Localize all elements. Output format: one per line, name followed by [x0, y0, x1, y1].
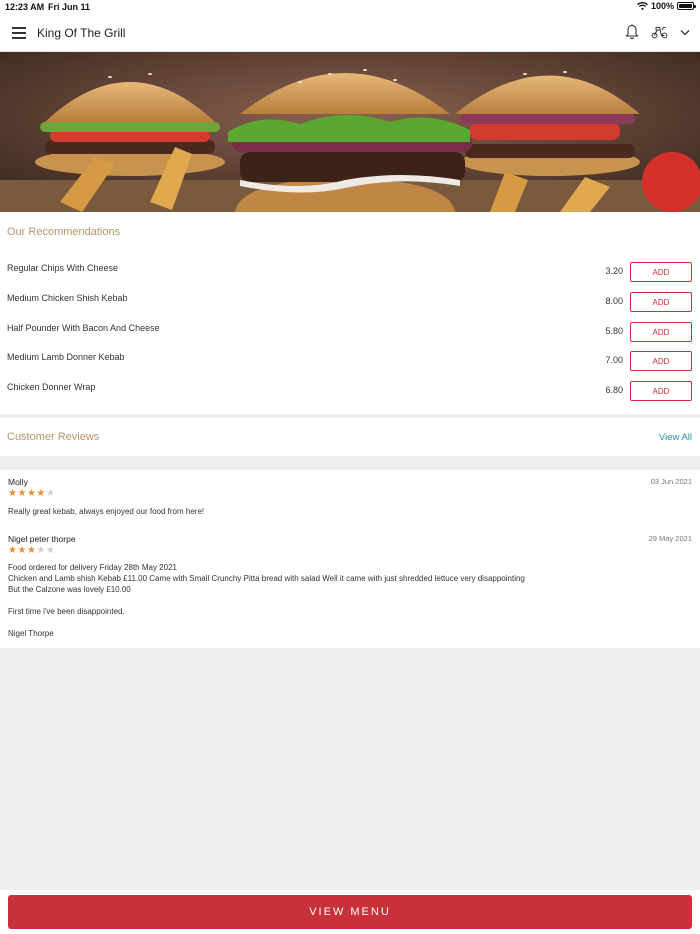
review-author: Molly [8, 477, 28, 487]
hamburger-menu-icon[interactable] [12, 27, 26, 39]
review-line: Food ordered for delivery Friday 28th Ma… [8, 563, 177, 572]
item-name: Chicken Donner Wrap [7, 382, 96, 392]
view-all-reviews-link[interactable]: View All [659, 432, 692, 443]
review-date: 03 Jun 2021 [650, 477, 692, 486]
review-text: Food ordered for delivery Friday 28th Ma… [8, 562, 525, 639]
item-name: Regular Chips With Cheese [7, 263, 119, 273]
status-time: 12:23 AM [5, 2, 45, 12]
bottom-action-bar: VIEW MENU [0, 890, 700, 934]
item-name: Medium Lamb Donner Kebab [7, 352, 125, 362]
delivery-scooter-icon[interactable] [651, 26, 668, 39]
add-button[interactable]: ADD [630, 262, 692, 282]
recommendation-row: Medium Chicken Shish Kebab 8.00 ADD [0, 292, 700, 316]
status-date: Fri Jun 11 [48, 2, 91, 12]
add-button[interactable]: ADD [630, 322, 692, 342]
review-line: Nigel Thorpe [8, 629, 54, 638]
recommendation-row: Half Pounder With Bacon And Cheese 5.80 … [0, 322, 700, 346]
reviews-list: Molly 03 Jun 2021 ★★★★★ Really great keb… [0, 470, 700, 648]
review-line: But the Calzone was lovely £10.00 [8, 585, 131, 594]
star-icon: ★ [17, 488, 27, 499]
review-text: Really great kebab, always enjoyed our f… [8, 506, 204, 517]
item-name: Medium Chicken Shish Kebab [7, 293, 128, 303]
star-empty-icon: ★ [45, 545, 56, 556]
wifi-icon [637, 2, 648, 10]
nav-actions [625, 24, 690, 40]
burger-photo [0, 52, 700, 212]
item-price: 6.80 [605, 385, 623, 395]
battery-icon [677, 2, 696, 10]
item-price: 8.00 [605, 296, 623, 306]
recommendations-title: Our Recommendations [7, 226, 121, 238]
hero-banner-image [0, 52, 700, 212]
review-blank-line [8, 595, 525, 606]
star-rating: ★★★★★ [8, 489, 55, 499]
reviews-title: Customer Reviews [7, 431, 100, 443]
item-price: 7.00 [605, 355, 623, 365]
review-line: First time i've been disappointed. [8, 607, 125, 616]
item-price: 3.20 [605, 266, 623, 276]
add-button[interactable]: ADD [630, 292, 692, 312]
view-menu-button[interactable]: VIEW MENU [8, 895, 692, 929]
status-bar: 12:23 AM Fri Jun 11 100% [0, 0, 700, 14]
item-name: Half Pounder With Bacon And Cheese [7, 323, 160, 333]
top-nav-bar: King Of The Grill [0, 14, 700, 52]
recommendation-row: Regular Chips With Cheese 3.20 ADD [0, 262, 700, 286]
battery-percent: 100% [650, 1, 674, 11]
review-author: Nigel peter thorpe [8, 534, 76, 544]
review-date: 29 May 2021 [648, 534, 692, 543]
star-icon: ★ [36, 488, 46, 499]
star-icon: ★ [26, 545, 37, 556]
status-right: 100% [637, 1, 696, 11]
star-empty-icon: ★ [36, 545, 46, 556]
review-line: Chicken and Lamb shish Kebab £11.00 Came… [8, 574, 525, 583]
recommendation-row: Chicken Donner Wrap 6.80 ADD [0, 381, 700, 405]
recommendations-section: Our Recommendations Regular Chips With C… [0, 212, 700, 414]
review-card: Nigel peter thorpe 29 May 2021 ★★★★★ Foo… [0, 534, 700, 646]
reviews-header: Customer Reviews View All [0, 418, 700, 456]
star-empty-icon: ★ [45, 488, 56, 499]
review-blank-line [8, 617, 525, 628]
review-line: Really great kebab, always enjoyed our f… [8, 507, 205, 516]
recommendation-row: Medium Lamb Donner Kebab 7.00 ADD [0, 351, 700, 375]
review-card: Molly 03 Jun 2021 ★★★★★ Really great keb… [0, 477, 700, 527]
chevron-down-icon[interactable] [680, 29, 690, 36]
add-button[interactable]: ADD [630, 381, 692, 401]
item-price: 5.80 [605, 326, 623, 336]
page-title: King Of The Grill [37, 26, 126, 40]
star-rating: ★★★★★ [8, 546, 55, 556]
add-button[interactable]: ADD [630, 351, 692, 371]
star-icon: ★ [17, 545, 27, 556]
bell-icon[interactable] [625, 24, 639, 40]
star-icon: ★ [26, 488, 37, 499]
